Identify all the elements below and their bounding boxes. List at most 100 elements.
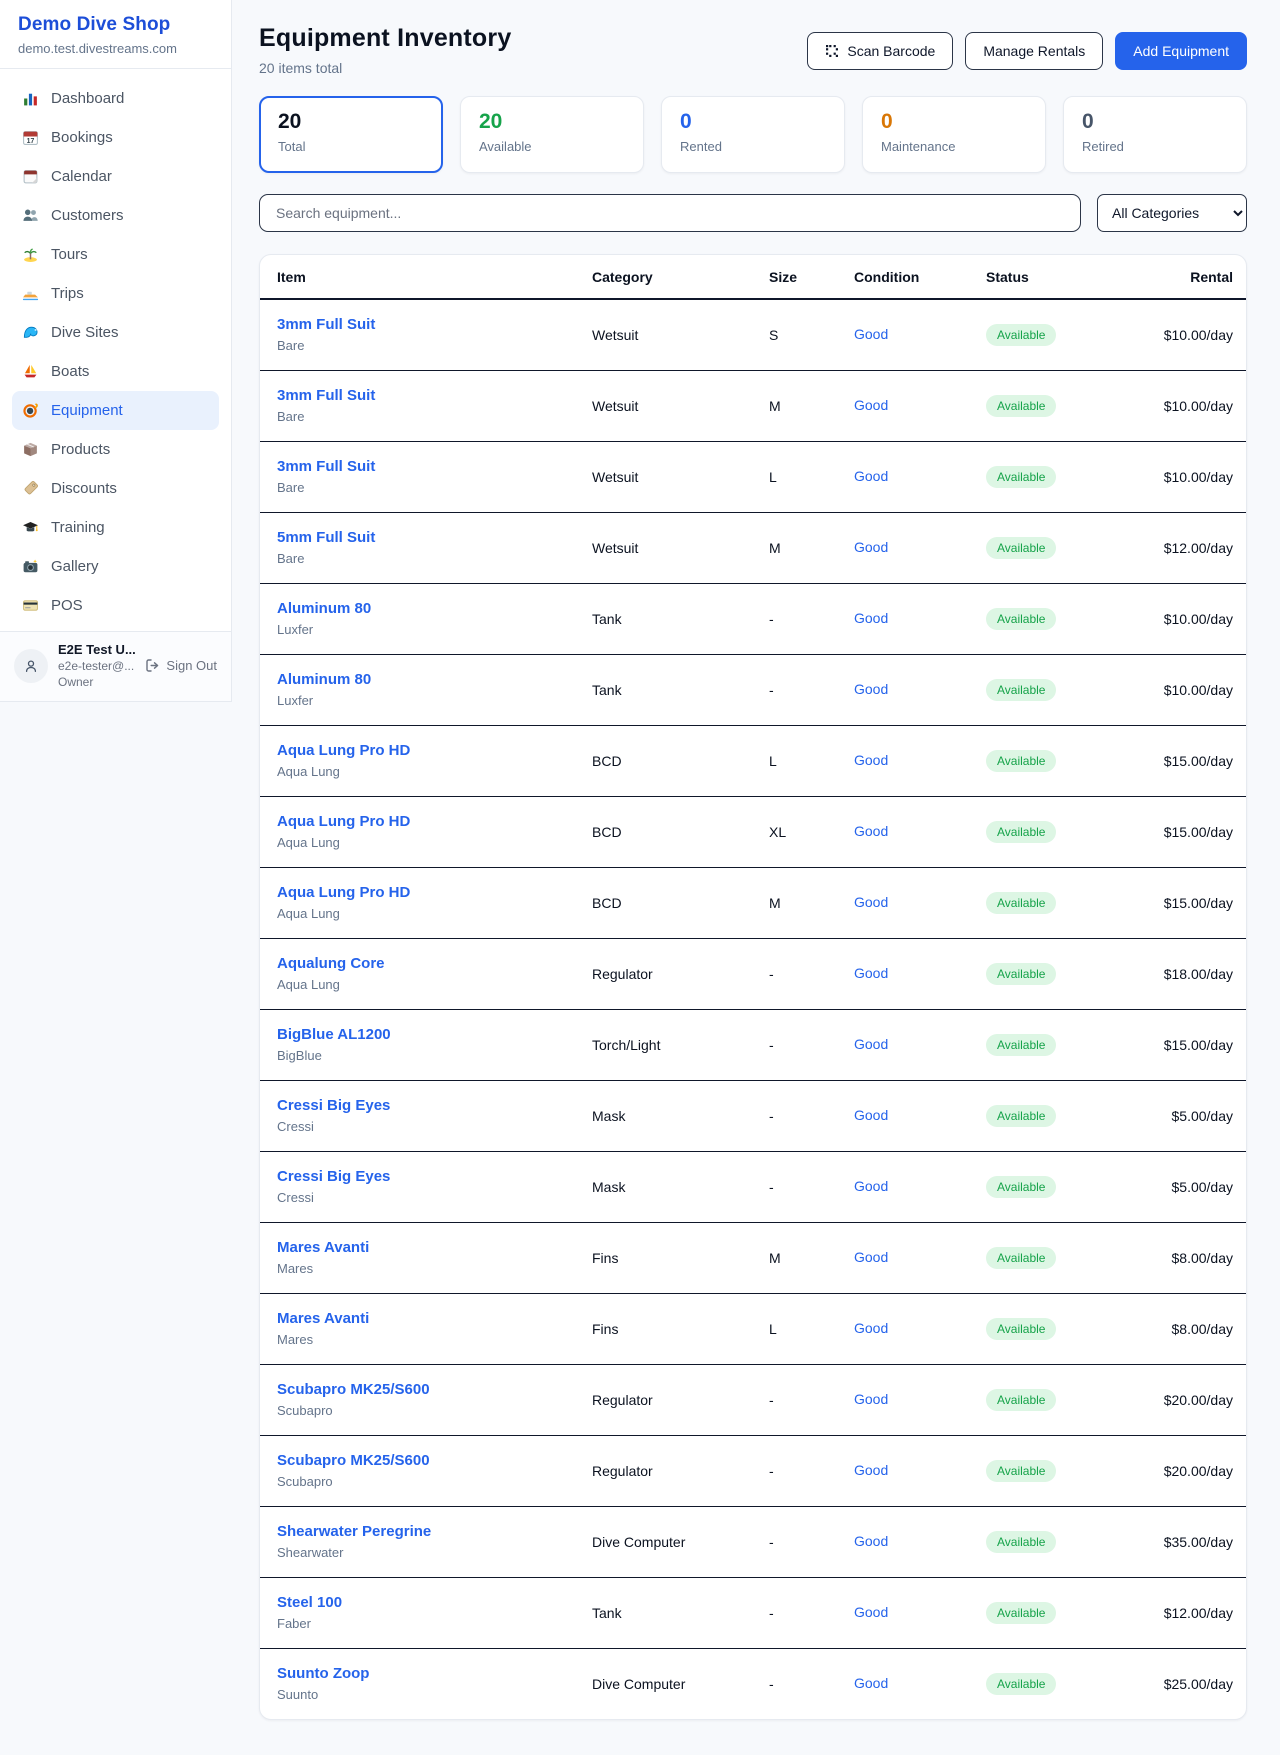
condition-link[interactable]: Good xyxy=(854,1249,888,1265)
title-block: Equipment Inventory 20 items total xyxy=(259,24,511,76)
scan-barcode-button[interactable]: Scan Barcode xyxy=(807,32,953,70)
sign-out-button[interactable]: Sign Out xyxy=(145,658,217,673)
condition-link[interactable]: Good xyxy=(854,752,888,768)
condition-link[interactable]: Good xyxy=(854,1036,888,1052)
status-cell: Available xyxy=(986,868,1116,939)
condition-link[interactable]: Good xyxy=(854,1604,888,1620)
sidebar: Demo Dive Shop demo.test.divestreams.com… xyxy=(0,0,232,702)
user-name: E2E Test U... xyxy=(58,642,135,657)
item-cell: Aqua Lung Pro HD Aqua Lung xyxy=(260,797,592,868)
item-name-link[interactable]: Aluminum 80 xyxy=(277,599,592,619)
rental-cell: $10.00/day xyxy=(1116,584,1247,655)
camera-icon xyxy=(22,558,39,575)
table-header-row: Item Category Size Condition Status Rent… xyxy=(260,255,1247,299)
item-name-link[interactable]: 3mm Full Suit xyxy=(277,457,592,477)
item-name-link[interactable]: Aqua Lung Pro HD xyxy=(277,883,592,903)
condition-link[interactable]: Good xyxy=(854,1675,888,1691)
item-name-link[interactable]: 3mm Full Suit xyxy=(277,315,592,335)
item-cell: Aqualung Core Aqua Lung xyxy=(260,939,592,1010)
item-name-link[interactable]: Cressi Big Eyes xyxy=(277,1096,592,1116)
table-row: Aluminum 80 Luxfer Tank - Good Available… xyxy=(260,655,1247,726)
item-name-link[interactable]: Aluminum 80 xyxy=(277,670,592,690)
sidebar-item-pos[interactable]: POS xyxy=(12,586,219,625)
item-name-link[interactable]: Aqua Lung Pro HD xyxy=(277,741,592,761)
sidebar-item-equipment[interactable]: Equipment xyxy=(12,391,219,430)
condition-link[interactable]: Good xyxy=(854,610,888,626)
condition-link[interactable]: Good xyxy=(854,1391,888,1407)
sidebar-item-dashboard[interactable]: Dashboard xyxy=(12,79,219,118)
sidebar-item-customers[interactable]: Customers xyxy=(12,196,219,235)
graduation-cap-icon xyxy=(22,519,39,536)
category-select[interactable]: All Categories xyxy=(1097,194,1247,232)
stat-card-retired[interactable]: 0 Retired xyxy=(1063,96,1247,173)
condition-link[interactable]: Good xyxy=(854,1320,888,1336)
sidebar-item-boats[interactable]: Boats xyxy=(12,352,219,391)
table-row: 3mm Full Suit Bare Wetsuit S Good Availa… xyxy=(260,299,1247,371)
rental-cell: $20.00/day xyxy=(1116,1436,1247,1507)
status-cell: Available xyxy=(986,584,1116,655)
item-cell: Scubapro MK25/S600 Scubapro xyxy=(260,1436,592,1507)
condition-link[interactable]: Good xyxy=(854,823,888,839)
nav-icon-slot xyxy=(22,90,39,107)
status-badge: Available xyxy=(986,1460,1056,1482)
sidebar-item-label: Calendar xyxy=(51,166,112,187)
sidebar-item-training[interactable]: Training xyxy=(12,508,219,547)
stat-value: 0 xyxy=(680,110,826,134)
item-name-link[interactable]: Cressi Big Eyes xyxy=(277,1167,592,1187)
item-name-link[interactable]: Steel 100 xyxy=(277,1593,592,1613)
stat-card-available[interactable]: 20 Available xyxy=(460,96,644,173)
item-name-link[interactable]: 3mm Full Suit xyxy=(277,386,592,406)
status-badge: Available xyxy=(986,1176,1056,1198)
stat-label: Total xyxy=(278,139,424,154)
size-cell: - xyxy=(769,1152,854,1223)
sidebar-item-discounts[interactable]: Discounts xyxy=(12,469,219,508)
sidebar-nav: Dashboard 17 Bookings Calendar Customers… xyxy=(0,69,231,631)
condition-link[interactable]: Good xyxy=(854,894,888,910)
manage-rentals-button[interactable]: Manage Rentals xyxy=(965,32,1103,70)
sidebar-item-bookings[interactable]: 17 Bookings xyxy=(12,118,219,157)
item-name-link[interactable]: Scubapro MK25/S600 xyxy=(277,1451,592,1471)
item-name-link[interactable]: BigBlue AL1200 xyxy=(277,1025,592,1045)
item-brand: Bare xyxy=(277,337,592,355)
item-cell: Suunto Zoop Suunto xyxy=(260,1649,592,1720)
add-equipment-button[interactable]: Add Equipment xyxy=(1115,32,1247,70)
item-name-link[interactable]: Aqualung Core xyxy=(277,954,592,974)
condition-link[interactable]: Good xyxy=(854,1178,888,1194)
sailboat-icon xyxy=(22,363,39,380)
sidebar-item-trips[interactable]: Trips xyxy=(12,274,219,313)
condition-link[interactable]: Good xyxy=(854,468,888,484)
item-name-link[interactable]: Mares Avanti xyxy=(277,1238,592,1258)
item-name-link[interactable]: 5mm Full Suit xyxy=(277,528,592,548)
sign-out-icon xyxy=(145,658,160,673)
condition-link[interactable]: Good xyxy=(854,1107,888,1123)
status-badge: Available xyxy=(986,963,1056,985)
sidebar-item-tours[interactable]: Tours xyxy=(12,235,219,274)
status-badge: Available xyxy=(986,1318,1056,1340)
condition-link[interactable]: Good xyxy=(854,1533,888,1549)
sidebar-item-gallery[interactable]: Gallery xyxy=(12,547,219,586)
calendar-date-icon: 17 xyxy=(22,129,39,146)
status-badge: Available xyxy=(986,1389,1056,1411)
condition-link[interactable]: Good xyxy=(854,397,888,413)
condition-link[interactable]: Good xyxy=(854,1462,888,1478)
stat-card-maintenance[interactable]: 0 Maintenance xyxy=(862,96,1046,173)
sidebar-item-dive-sites[interactable]: Dive Sites xyxy=(12,313,219,352)
brand-block: Demo Dive Shop demo.test.divestreams.com xyxy=(0,0,231,69)
sidebar-item-calendar[interactable]: Calendar xyxy=(12,157,219,196)
item-name-link[interactable]: Scubapro MK25/S600 xyxy=(277,1380,592,1400)
status-cell: Available xyxy=(986,1649,1116,1720)
condition-link[interactable]: Good xyxy=(854,326,888,342)
search-input[interactable] xyxy=(259,194,1081,232)
item-name-link[interactable]: Suunto Zoop xyxy=(277,1664,592,1684)
condition-link[interactable]: Good xyxy=(854,965,888,981)
condition-link[interactable]: Good xyxy=(854,681,888,697)
status-badge: Available xyxy=(986,395,1056,417)
item-brand: Aqua Lung xyxy=(277,976,592,994)
stat-card-total[interactable]: 20 Total xyxy=(259,96,443,173)
item-name-link[interactable]: Shearwater Peregrine xyxy=(277,1522,592,1542)
stat-card-rented[interactable]: 0 Rented xyxy=(661,96,845,173)
item-name-link[interactable]: Aqua Lung Pro HD xyxy=(277,812,592,832)
sidebar-item-products[interactable]: Products xyxy=(12,430,219,469)
item-name-link[interactable]: Mares Avanti xyxy=(277,1309,592,1329)
condition-link[interactable]: Good xyxy=(854,539,888,555)
